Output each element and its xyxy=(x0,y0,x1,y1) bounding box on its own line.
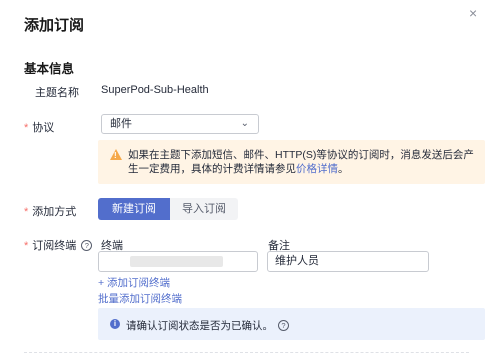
warning-text: 如果在主题下添加短信、邮件、HTTP(S)等协议的订阅时，消息发送后会产生一定费… xyxy=(128,148,476,176)
add-method-label-text: 添加方式 xyxy=(32,206,77,218)
tab-new-subscription[interactable]: 新建订阅 xyxy=(98,198,170,220)
protocol-label: * 协议 xyxy=(24,119,54,135)
pricing-details-link[interactable]: 价格详情 xyxy=(296,163,338,175)
protocol-label-text: 协议 xyxy=(32,122,55,134)
add-method-label: * 添加方式 xyxy=(24,203,76,219)
chevron-down-icon: ⌄ xyxy=(240,118,249,129)
add-endpoint-link[interactable]: + 添加订阅终端 xyxy=(98,275,170,290)
warning-icon: ! xyxy=(110,149,122,160)
help-icon[interactable]: ? xyxy=(278,320,289,331)
info-icon: i xyxy=(110,319,120,329)
required-mark: * xyxy=(24,122,29,134)
info-message: 请确认订阅状态是否为已确认。 xyxy=(126,320,273,332)
protocol-selected-value: 邮件 xyxy=(110,118,132,130)
dialog-title: 添加订阅 xyxy=(24,17,85,34)
info-notice: i 请确认订阅状态是否为已确认。? xyxy=(98,308,485,340)
warning-period: 。 xyxy=(338,163,349,175)
masked-endpoint-value xyxy=(130,256,223,267)
topic-name-value: SuperPod-Sub-Health xyxy=(101,84,209,96)
help-icon[interactable]: ? xyxy=(81,240,93,251)
tab-import-subscription[interactable]: 导入订阅 xyxy=(170,198,238,220)
endpoint-input[interactable] xyxy=(98,251,258,272)
protocol-select[interactable]: 邮件 ⌄ xyxy=(101,114,259,134)
batch-add-endpoint-link[interactable]: 批量添加订阅终端 xyxy=(98,291,182,306)
required-mark: * xyxy=(24,206,29,218)
endpoints-label-text: 订阅终端 xyxy=(32,240,77,252)
endpoints-label: * 订阅终端? xyxy=(24,237,93,253)
footer-divider xyxy=(24,352,469,353)
section-title-basic-info: 基本信息 xyxy=(24,62,75,76)
close-icon[interactable]: × xyxy=(469,6,477,20)
info-text: 请确认订阅状态是否为已确认。? xyxy=(126,318,289,333)
remark-input[interactable]: 维护人员 xyxy=(267,251,429,272)
required-mark: * xyxy=(24,240,29,252)
topic-name-label: 主题名称 xyxy=(35,87,79,99)
warning-alert: ! 如果在主题下添加短信、邮件、HTTP(S)等协议的订阅时，消息发送后会产生一… xyxy=(98,140,485,184)
